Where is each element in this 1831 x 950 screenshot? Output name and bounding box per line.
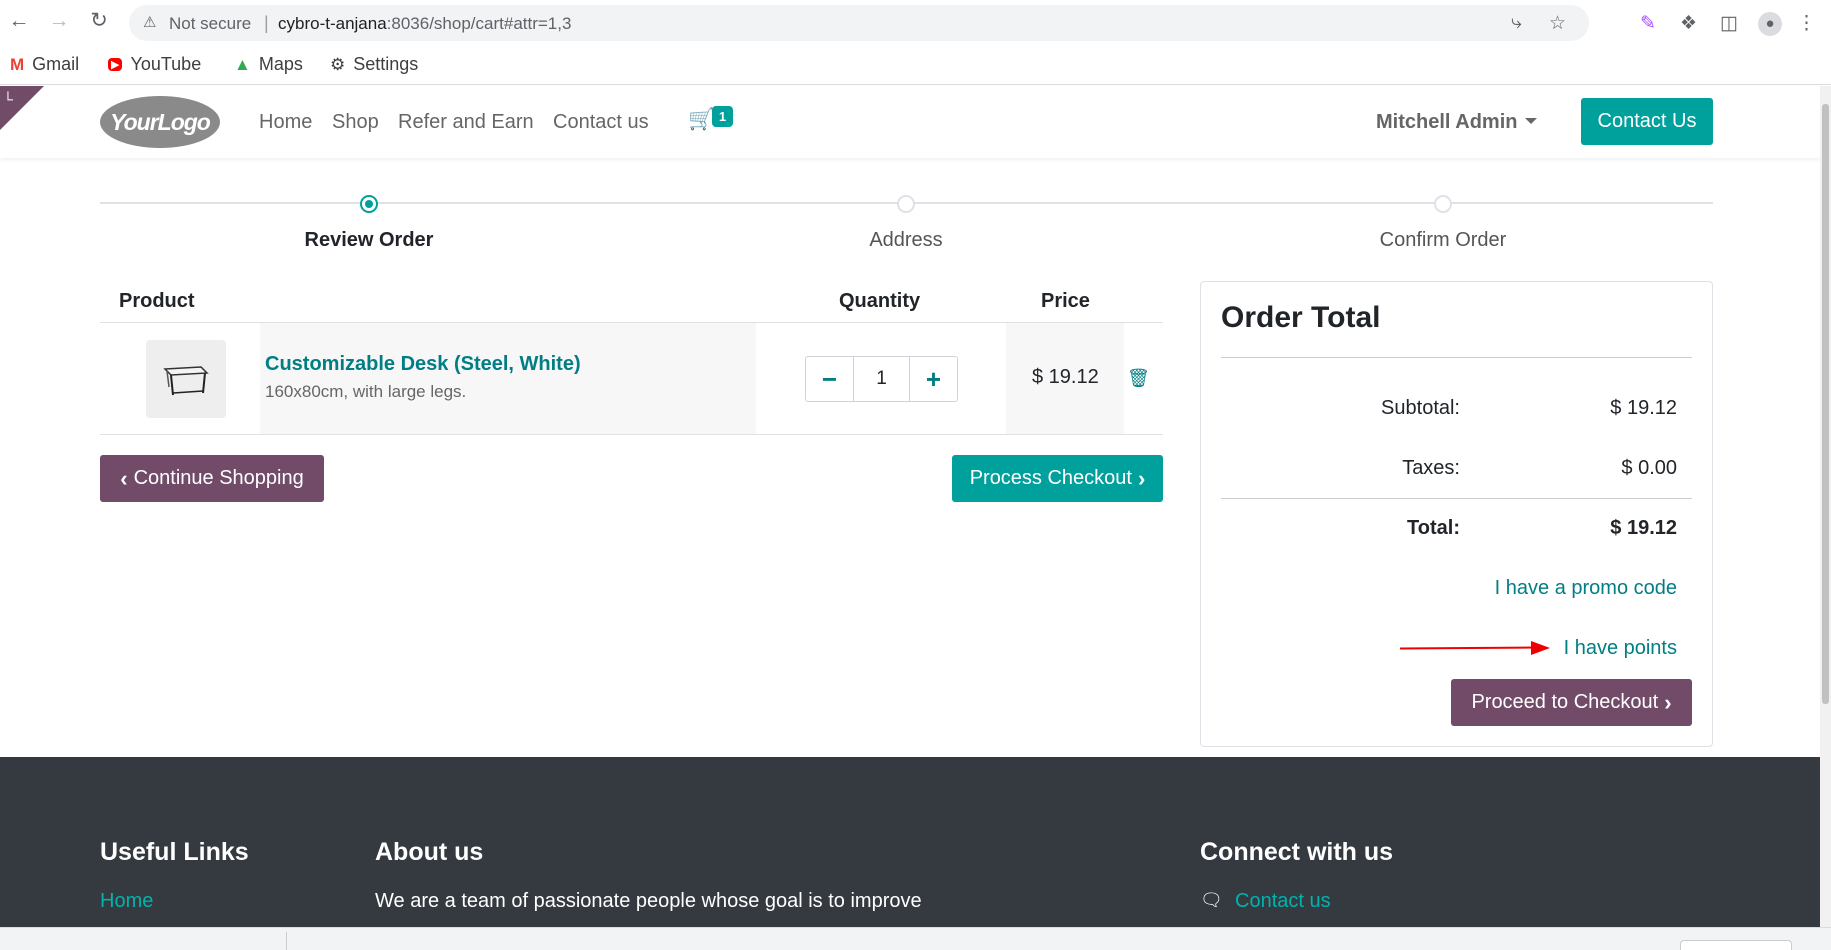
bookmark-label: Gmail [32,54,80,74]
site-logo[interactable]: YourLogo [100,96,220,148]
menu-icon[interactable]: ⋮ [1797,12,1816,35]
table-row-divider [100,434,1163,435]
star-icon[interactable]: ☆ [1549,12,1566,35]
order-total-divider [1221,357,1692,358]
url-host: cybro-t-anjana [278,14,387,33]
sidepanel-icon[interactable]: ◫ [1720,12,1738,35]
puzzle-icon[interactable]: ❖ [1680,12,1697,35]
bookmark-gmail[interactable]: M Gmail [10,54,79,75]
comment-icon: 🗨 [1200,890,1223,910]
nav-contact-us[interactable]: Contact us [553,111,649,134]
order-total-title: Order Total [1221,301,1381,334]
process-checkout-label: Process Checkout [969,467,1132,489]
gmail-icon: M [10,54,25,74]
user-name: Mitchell Admin [1376,111,1518,133]
chevron-right-icon: › [1137,465,1146,491]
bookmark-youtube[interactable]: ▶ YouTube [108,54,201,75]
proceed-checkout-label: Proceed to Checkout [1471,691,1659,713]
footer-link-home[interactable]: Home [100,890,153,913]
bookmark-label: YouTube [130,54,202,74]
url-text[interactable]: cybro-t-anjana:8036/shop/cart#attr=1,3 [278,14,571,34]
nav-home[interactable]: Home [259,111,312,134]
cart-count-badge: 1 [712,106,733,127]
downloads-tab [1680,940,1792,950]
scrollbar-thumb[interactable] [1822,104,1829,704]
useful-links-heading: Useful Links [100,838,249,866]
quantity-increase-button[interactable]: + [910,357,957,401]
step-confirm-order: Confirm Order [1379,229,1507,251]
contact-us-button[interactable]: Contact Us [1581,98,1713,145]
maps-icon: ▲ [234,54,251,74]
product-description: 160x80cm, with large legs. [265,382,467,401]
pen-extension-icon[interactable]: ✎ [1640,12,1656,35]
url-separator: | [264,13,269,33]
bookmark-settings[interactable]: ⚙ Settings [330,54,418,75]
column-header-product: Product [119,290,195,312]
user-menu[interactable]: Mitchell Admin [1376,111,1538,134]
product-price: $ 19.12 [1032,366,1099,388]
proceed-to-checkout-button[interactable]: Proceed to Checkout › [1451,679,1692,726]
order-total-card [1200,281,1713,747]
subtotal-value: $ 19.12 [1610,397,1677,419]
product-cell-bg [260,323,756,434]
browser-status-bar [0,927,1831,950]
step-address: Address [869,229,943,251]
security-label: Not secure [169,14,252,33]
total-divider [1221,498,1692,499]
back-icon[interactable]: ← [8,10,30,32]
about-us-text: We are a team of passionate people whose… [375,890,922,912]
warning-icon: ⚠ [143,14,157,31]
browser-toolbar: ← → ↻ ⚠ Not secure | cybro-t-anjana:8036… [0,0,1831,45]
reload-icon[interactable]: ↻ [88,10,110,32]
trash-icon[interactable]: 🗑 [1127,368,1150,389]
forward-icon[interactable]: → [48,10,70,32]
caret-down-icon [1525,118,1538,124]
step-dot-address [897,195,915,213]
nav-refer-and-earn[interactable]: Refer and Earn [398,111,534,134]
address-bar[interactable]: ⚠ Not secure | cybro-t-anjana:8036/shop/… [129,5,1589,41]
minus-icon: − [821,363,838,394]
quantity-stepper: − 1 + [805,356,958,402]
have-points-link[interactable]: I have points [1564,637,1677,660]
column-header-quantity: Quantity [839,290,921,312]
step-dot-review [360,195,378,213]
continue-shopping-button[interactable]: ‹ Continue Shopping [100,455,324,502]
youtube-icon: ▶ [108,58,123,71]
bookmark-maps[interactable]: ▲ Maps [234,54,303,75]
bookmarks-bar: M Gmail ▶ YouTube ▲ Maps ⚙ Settings [0,45,1831,85]
connect-heading: Connect with us [1200,838,1394,866]
column-header-price: Price [1041,290,1090,312]
status-divider [286,932,287,950]
profile-icon[interactable]: ● [1758,12,1782,36]
total-label: Total: [1407,517,1460,539]
shopping-cart-icon[interactable]: 🛒 [688,108,714,132]
product-image[interactable] [146,340,226,418]
quantity-decrease-button[interactable]: − [806,357,853,401]
plus-icon: + [925,363,942,394]
quantity-input[interactable]: 1 [853,357,910,401]
about-us-heading: About us [375,838,484,866]
gear-icon: ⚙ [330,54,346,74]
chevron-left-icon: ‹ [120,465,128,491]
url-path: :8036/shop/cart#attr=1,3 [386,14,572,33]
step-review-order: Review Order [304,229,434,251]
step-dot-confirm [1434,195,1452,213]
product-name-link[interactable]: Customizable Desk (Steel, White) [265,353,581,376]
taxes-value: $ 0.00 [1621,457,1677,479]
total-value: $ 19.12 [1610,517,1677,539]
edit-corner-icon: └ [3,91,13,107]
share-icon[interactable]: ⤷ [1511,12,1522,34]
taxes-label: Taxes: [1402,457,1460,479]
footer-link-contact-us[interactable]: Contact us [1235,890,1331,913]
continue-shopping-label: Continue Shopping [133,467,304,489]
annotation-arrow-head [1531,641,1550,655]
bookmark-label: Settings [353,54,419,74]
desk-icon [163,366,209,396]
bookmark-label: Maps [258,54,303,74]
chevron-right-icon: › [1664,689,1672,715]
subtotal-label: Subtotal: [1381,397,1460,419]
process-checkout-button[interactable]: Process Checkout › [952,455,1163,502]
nav-shop[interactable]: Shop [332,111,379,134]
promo-code-link[interactable]: I have a promo code [1495,577,1677,600]
